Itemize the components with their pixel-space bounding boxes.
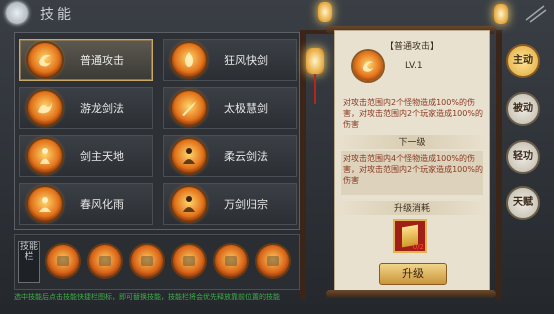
window-title: 技能 <box>40 7 74 23</box>
skill-slot[interactable] <box>47 245 79 277</box>
flame-swirl-icon <box>28 43 62 77</box>
tab-active-skills[interactable]: 主动 <box>506 44 540 78</box>
flame-icon <box>172 43 206 77</box>
skill-window: 技能 普通攻击 狂风快剑 游龙剑法 太极慧剑 剑主天地 柔云剑法 春风化雨 万剑… <box>0 0 554 314</box>
cost-count: 0/2 <box>412 243 424 251</box>
upgrade-button[interactable]: 升级 <box>379 263 447 285</box>
lock-icon <box>57 256 69 266</box>
tab-passive-skills[interactable]: 被动 <box>506 92 540 126</box>
skill-slot[interactable] <box>173 245 205 277</box>
figure-icon <box>172 139 206 173</box>
upgrade-cost-header: 升级消耗 <box>335 201 489 215</box>
lock-icon <box>225 256 237 266</box>
dragon-icon <box>28 91 62 125</box>
skill-item[interactable]: 万剑归宗 <box>163 183 297 225</box>
cost-item[interactable]: 0/2 <box>393 219 427 253</box>
skill-label: 柔云剑法 <box>224 150 268 163</box>
next-level-description: 对攻击范围内4个怪物造成100%的伤害，对攻击范围内2个玩家造成100%的伤害 <box>343 154 483 185</box>
back-icon[interactable] <box>6 2 28 24</box>
skill-detail-scroll: 【普通攻击】 LV.1 对攻击范围内2个怪物造成100%的伤害，对攻击范围内2个… <box>334 30 490 294</box>
lock-icon <box>267 256 279 266</box>
flame-icon <box>28 187 62 221</box>
skill-slot[interactable] <box>89 245 121 277</box>
skill-label: 普通攻击 <box>80 54 124 67</box>
skill-slot[interactable] <box>215 245 247 277</box>
lantern-icon <box>318 2 332 22</box>
next-level-header: 下一级 <box>335 135 489 149</box>
wooden-post <box>496 30 502 300</box>
hint-text: 选中技能后点击技能快捷栏图标，即可替换技能，技能栏将会优先释放靠前位置的技能 <box>14 293 280 301</box>
title-bar: 技能 <box>0 0 300 26</box>
current-description: 对攻击范围内2个怪物造成100%的伤害，对攻击范围内2个玩家造成100%的伤害 <box>343 98 483 129</box>
skill-item[interactable]: 太极慧剑 <box>163 87 297 129</box>
skill-name: 【普通攻击】 <box>384 42 439 52</box>
skill-item[interactable]: 春风化雨 <box>19 183 153 225</box>
skill-item[interactable]: 柔云剑法 <box>163 135 297 177</box>
skill-item[interactable]: 游龙剑法 <box>19 87 153 129</box>
tab-talent[interactable]: 天赋 <box>506 186 540 220</box>
lock-icon <box>141 256 153 266</box>
sword-icon <box>172 91 206 125</box>
skill-label: 太极慧剑 <box>224 102 268 115</box>
skill-bar-label: 技能栏 <box>18 241 40 283</box>
skill-item[interactable]: 狂风快剑 <box>163 39 297 81</box>
figure-icon <box>28 139 62 173</box>
skill-list: 普通攻击 狂风快剑 游龙剑法 太极慧剑 剑主天地 柔云剑法 春风化雨 万剑归宗 <box>14 32 300 230</box>
wooden-post <box>300 30 306 300</box>
skill-label: 狂风快剑 <box>224 54 268 67</box>
skill-item[interactable]: 普通攻击 <box>19 39 153 81</box>
scroll-rod-bottom <box>326 290 496 298</box>
close-icon[interactable] <box>524 4 548 24</box>
skill-label: 游龙剑法 <box>80 102 124 115</box>
skill-item[interactable]: 剑主天地 <box>19 135 153 177</box>
next-level-box: 对攻击范围内4个怪物造成100%的伤害，对攻击范围内2个玩家造成100%的伤害 <box>341 151 483 195</box>
lock-icon <box>99 256 111 266</box>
skill-slot[interactable] <box>131 245 163 277</box>
flame-swirl-icon <box>353 51 383 81</box>
skill-label: 剑主天地 <box>80 150 124 163</box>
lantern-icon <box>494 4 508 24</box>
skill-label: 万剑归宗 <box>224 198 268 211</box>
skill-label: 春风化雨 <box>80 198 124 211</box>
skill-bar: 技能栏 <box>14 234 300 290</box>
figure-icon <box>172 187 206 221</box>
skill-slot[interactable] <box>257 245 289 277</box>
lock-icon <box>183 256 195 266</box>
skill-level: LV.1 <box>405 61 423 71</box>
tab-lightness[interactable]: 轻功 <box>506 140 540 174</box>
lantern-icon <box>306 48 324 74</box>
tassel <box>314 74 316 104</box>
